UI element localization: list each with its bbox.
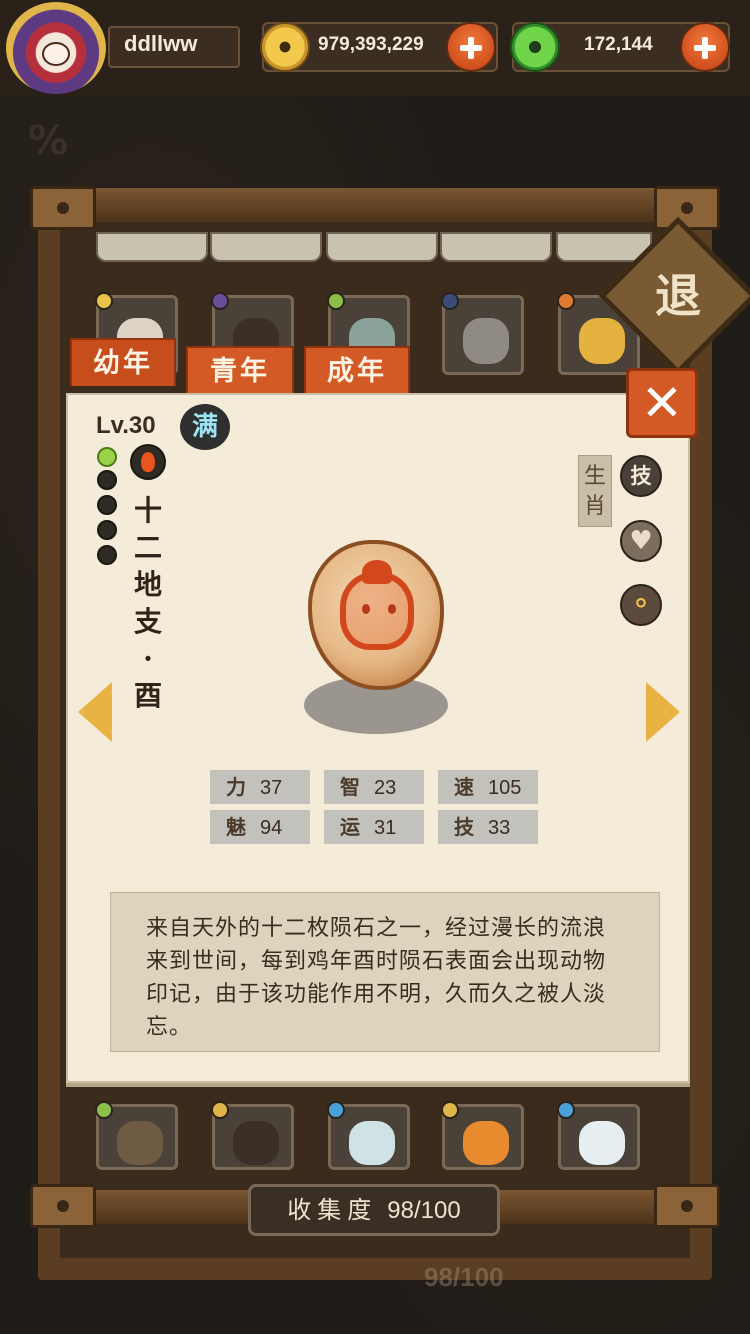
stat-charm: 魅 94	[210, 810, 310, 844]
tab-youth[interactable]: 青年	[186, 346, 294, 394]
collection-value: 98/100	[387, 1197, 461, 1224]
grade-dot	[441, 292, 459, 310]
creature-name-char: 酉	[133, 679, 162, 712]
grade-dot	[327, 292, 345, 310]
frame-top-beam	[32, 188, 718, 222]
collection-card[interactable]	[211, 1101, 294, 1170]
background-percent-glyph: %	[28, 118, 69, 164]
creature-thumbnail	[463, 1121, 509, 1165]
stat-value: 37	[260, 777, 283, 799]
creature-name-char: 支	[133, 605, 162, 638]
tab-childhood[interactable]: 幼年	[70, 338, 176, 386]
stat-intellect: 智 23	[324, 770, 424, 804]
top-slot	[440, 232, 552, 262]
collection-label: 收集度	[287, 1196, 378, 1224]
previous-arrow-icon[interactable]	[78, 682, 112, 742]
coin-amount: 979,393,229	[318, 34, 424, 55]
avatar-face	[42, 42, 70, 66]
stat-skill: 技 33	[438, 810, 538, 844]
frame-corner-top-left	[30, 186, 96, 230]
background-collection-value: 98/100	[424, 1262, 504, 1292]
grade-dot-lit	[97, 447, 117, 467]
stat-value: 31	[374, 817, 397, 839]
top-slot	[96, 232, 208, 262]
category-tag: 生肖	[578, 455, 612, 527]
creature-thumbnail	[117, 1121, 163, 1165]
grade-dot	[327, 1101, 345, 1119]
tab-adult[interactable]: 成年	[304, 346, 410, 394]
top-slot	[326, 232, 438, 262]
add-coins-button[interactable]	[446, 22, 496, 72]
heart-icon[interactable]	[620, 520, 662, 562]
fire-element-icon	[130, 444, 166, 480]
frame-corner-top-right	[654, 186, 720, 230]
gold-coin-icon	[260, 22, 310, 72]
creature-name-char: ·	[143, 642, 153, 675]
rooster-eye	[388, 604, 396, 614]
grade-dot	[211, 292, 229, 310]
stat-key: 智	[340, 775, 360, 799]
stat-luck: 运 31	[324, 810, 424, 844]
stat-speed: 速 105	[438, 770, 538, 804]
stat-key: 技	[454, 815, 474, 839]
jade-amount: 172,144	[584, 34, 653, 55]
frame-corner-bottom-right	[654, 1184, 720, 1228]
stat-value: 105	[488, 777, 522, 799]
stat-key: 运	[340, 815, 360, 839]
stat-value: 94	[260, 817, 283, 839]
grade-dot	[211, 1101, 229, 1119]
creature-name-char: 地	[133, 568, 162, 601]
jester-avatar-icon[interactable]	[6, 2, 106, 94]
creature-thumbnail	[579, 318, 625, 364]
creature-name-char: 二	[133, 531, 162, 564]
creature-name: 十 二 地 支 · 酉	[128, 492, 168, 714]
stat-value: 23	[374, 777, 397, 799]
creature-thumbnail	[463, 318, 509, 364]
creature-name-char: 十	[133, 494, 162, 527]
creature-thumbnail	[349, 1121, 395, 1165]
share-icon[interactable]	[620, 584, 662, 626]
creature-description: 来自天外的十二枚陨石之一，经过漫长的流浪来到世间，每到鸡年酉时陨石表面会出现动物…	[146, 916, 607, 1040]
top-slot	[210, 232, 322, 262]
grade-dot	[97, 545, 117, 565]
close-button[interactable]: ✕	[626, 368, 698, 438]
collection-card[interactable]	[441, 1101, 524, 1170]
player-name: ddllww	[124, 31, 198, 56]
max-level-badge: 满	[180, 404, 230, 450]
creature-thumbnail	[233, 1121, 279, 1165]
frame-corner-bottom-left	[30, 1184, 96, 1228]
grade-dot	[97, 520, 117, 540]
grade-dot	[441, 1101, 459, 1119]
stat-value: 33	[488, 817, 511, 839]
collection-card[interactable]	[557, 1101, 640, 1170]
exit-label[interactable]: 退	[628, 258, 728, 334]
grade-dot	[557, 1101, 575, 1119]
stat-key: 力	[226, 775, 246, 799]
stat-key: 速	[454, 775, 474, 799]
creature-level: Lv.30	[96, 412, 156, 439]
green-jade-icon	[510, 22, 560, 72]
rooster-crest	[362, 560, 392, 584]
stat-strength: 力 37	[210, 770, 310, 804]
grade-dot	[97, 495, 117, 515]
collection-card[interactable]	[95, 1101, 178, 1170]
grade-dot	[95, 292, 113, 310]
grade-dot	[557, 292, 575, 310]
grade-dot	[97, 470, 117, 490]
add-jade-button[interactable]	[680, 22, 730, 72]
next-arrow-icon[interactable]	[646, 682, 680, 742]
stat-key: 魅	[226, 815, 246, 839]
collection-card[interactable]	[441, 292, 524, 375]
collection-card[interactable]	[327, 1101, 410, 1170]
grade-dot	[95, 1101, 113, 1119]
skill-button[interactable]: 技	[620, 455, 662, 497]
creature-thumbnail	[579, 1121, 625, 1165]
rooster-eye	[362, 604, 370, 614]
collection-progress: 收集度 98/100	[248, 1184, 500, 1236]
